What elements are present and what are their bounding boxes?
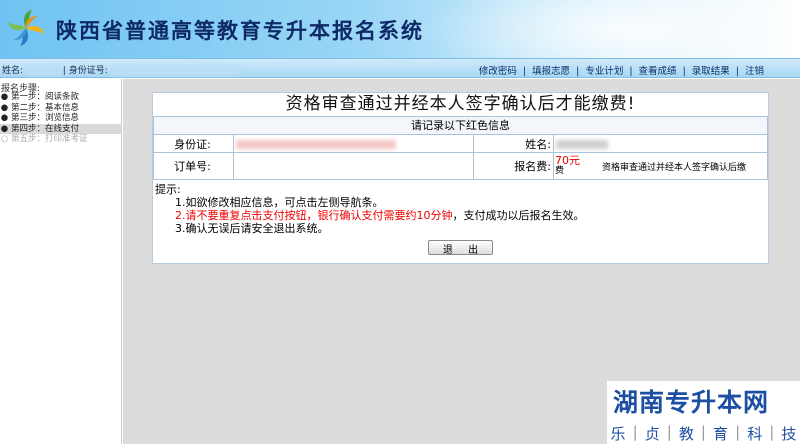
step-list: ● 第一步：阅读条款 ● 第二步：基本信息 ● 第三步：浏览信息 ● 第四步：在线支付 … [0,92,122,145]
bullet-icon: ● [0,123,9,134]
sidebar-step-3[interactable]: ● 第三步：浏览信息 [0,113,122,124]
system-title: 陕西省普通高等教育专升本报名系统 [56,18,424,43]
tip-1: 1.如欲修改相应信息，可点击左侧导航条。 [175,196,384,209]
sidebar-step-5-disabled: ○ 第五步：打印准考证 [0,134,88,144]
order-value [233,152,474,180]
name-label: 姓名: [473,134,554,153]
bullet-icon: ● [0,92,9,102]
nav-change-password[interactable]: 修改密码 [479,66,517,77]
user-info: 姓名: | 身份证号: [2,63,241,76]
sidebar-step-1[interactable]: ● 第一步：阅读条款 [0,92,122,103]
nav-view-scores[interactable]: 查看成绩 [639,66,677,77]
nav-logout[interactable]: 注销 [745,66,764,77]
tips: 提示: 1.如欲修改相应信息，可点击左侧导航条。 2.请不要重复点击支付按钮，银… [153,180,768,235]
sidebar: 报名步骤: ● 第一步：阅读条款 ● 第二步：基本信息 ● 第三步：浏览信息 ● 第四步… [0,79,122,444]
tip-3: 3.确认无误后请安全退出系统。 [175,222,329,235]
watermark-title: 湖南专升本网 [613,388,770,417]
name-value [553,134,768,153]
header-banner: 陕西省普通高等教育专升本报名系统 [0,0,800,58]
top-nav-bar: 姓名: | 身份证号: 修改密码 | 填报志愿 | 专业计划 | 查看成绩 | 录取结果 | 注销 [0,58,800,78]
nav-major-plan[interactable]: 专业计划 [585,66,623,77]
id-card-label: 身份证: [153,134,234,153]
watermark: 湖南专升本网 乐 | 贞 | 教 | 育 | 科 | 技 [607,381,800,444]
nav-links: 修改密码 | 填报志愿 | 专业计划 | 查看成绩 | 录取结果 | 注销 [478,66,764,77]
watermark-subtitle: 乐 | 贞 | 教 | 育 | 科 | 技 [610,423,797,443]
order-label: 订单号: [153,152,234,180]
id-label: | 身份证号: [62,66,108,76]
sidebar-step-4-active[interactable]: ● 第四步：在线支付 [0,123,122,134]
exit-button[interactable]: 退 出 [427,240,494,256]
sidebar-step-2[interactable]: ● 第二步：基本信息 [0,103,122,114]
circle-icon: ○ [0,134,9,144]
fee-side-note: 资格审查通过并经本人签字确认后缴 [602,162,747,173]
name-label: 姓名: [2,66,24,76]
panel-title: 资格审查通过并经本人签字确认后才能缴费! [285,94,636,114]
tips-heading: 提示: [155,183,181,196]
fee-label: 报名费: [473,152,554,180]
nav-admission-results[interactable]: 录取结果 [692,66,730,77]
fee-cell: 70元费 资格审查通过并经本人签字确认后缴 [553,152,768,180]
bullet-icon: ● [0,113,9,123]
header-swoosh [420,0,800,58]
tip-2: 2.请不要重复点击支付按钮，银行确认支付需要约10分钟，支付成功以后报名生效。 [175,209,585,222]
payment-panel: 资格审查通过并经本人签字确认后才能缴费! 请记录以下红色信息 身份证: 姓名: … [152,92,769,264]
fee-value: 70元费 [555,154,580,176]
id-card-value [233,134,474,153]
nav-fill-preferences[interactable]: 填报志愿 [532,66,570,77]
record-note: 请记录以下红色信息 [153,116,768,135]
id-value-masked [110,65,241,76]
bullet-icon: ● [0,102,9,113]
pinwheel-logo-icon [8,10,44,46]
name-value-masked [25,65,60,76]
payment-info-table: 请记录以下红色信息 身份证: 姓名: 订单号: 报名费: 70元费 资格审查通过… [153,116,768,180]
